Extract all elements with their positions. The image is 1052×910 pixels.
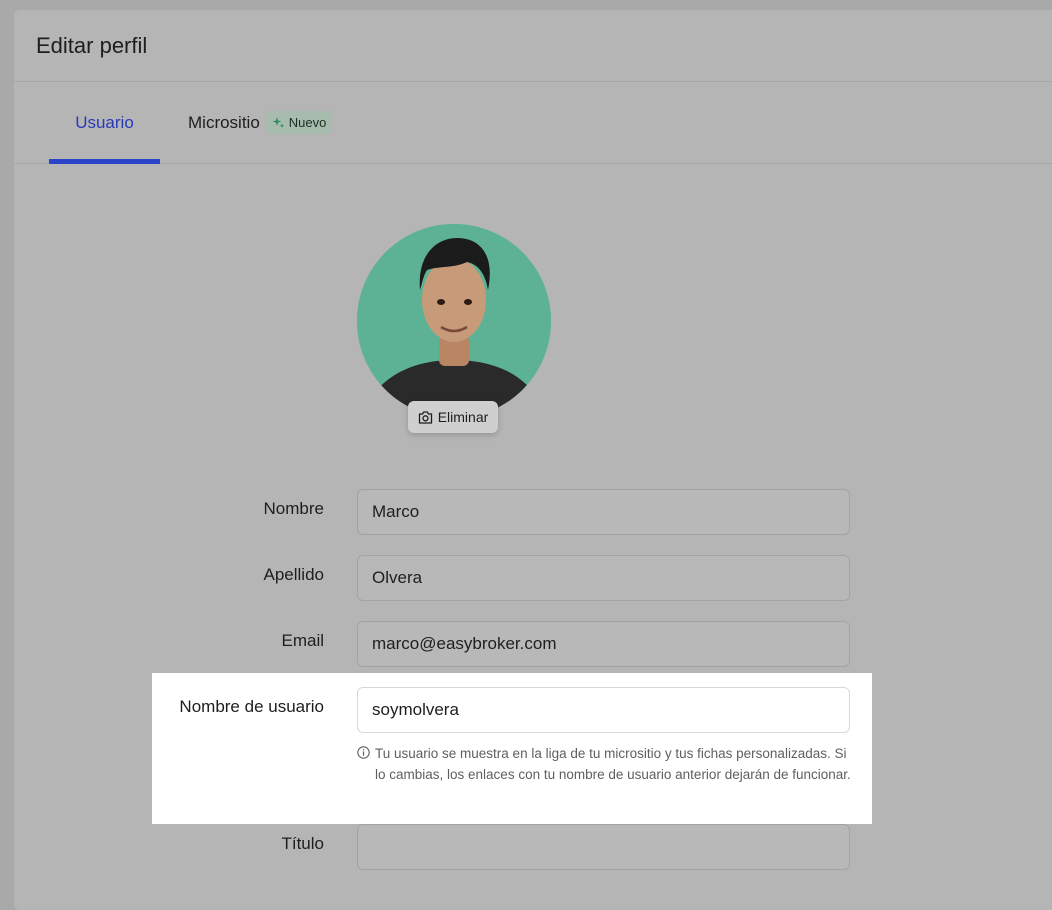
username-value: soymolvera (372, 700, 459, 719)
nombre-value: Marco (372, 502, 420, 521)
tab-micrositio[interactable]: Micrositio Nuevo (188, 82, 333, 163)
apellido-value: Olvera (372, 568, 423, 587)
tab-usuario[interactable]: Usuario (49, 82, 160, 164)
email-field[interactable]: marco@easybroker.com (357, 621, 850, 667)
nombre-field[interactable]: Marco (357, 489, 850, 535)
new-badge: Nuevo (265, 111, 333, 134)
delete-photo-button[interactable]: Eliminar (408, 401, 498, 433)
new-badge-label: Nuevo (288, 115, 327, 130)
apellido-field[interactable]: Olvera (357, 555, 850, 601)
apellido-label: Apellido (263, 565, 325, 584)
tab-usuario-label: Usuario (75, 112, 134, 132)
page-title: Editar perfil (36, 32, 148, 58)
camera-icon (418, 410, 432, 424)
info-icon (357, 746, 370, 759)
delete-photo-label: Eliminar (437, 409, 489, 425)
avatar[interactable] (357, 224, 551, 418)
username-label: Nombre de usuario (179, 697, 324, 716)
titulo-label: Título (281, 834, 324, 853)
sparkle-icon (272, 117, 285, 129)
email-value: marco@easybroker.com (372, 634, 557, 653)
tabs: Usuario Micrositio Nuevo (14, 82, 1052, 164)
card-header: Editar perfil (14, 10, 1052, 82)
tab-micrositio-label: Micrositio (188, 112, 260, 132)
titulo-field[interactable] (357, 824, 850, 870)
nombre-label: Nombre (263, 499, 324, 518)
profile-photo (357, 224, 551, 418)
username-input[interactable]: soymolvera (357, 687, 850, 733)
username-help: Tu usuario se muestra en la liga de tu m… (357, 743, 855, 785)
email-label: Email (281, 631, 324, 650)
username-help-text: Tu usuario se muestra en la liga de tu m… (375, 746, 851, 782)
